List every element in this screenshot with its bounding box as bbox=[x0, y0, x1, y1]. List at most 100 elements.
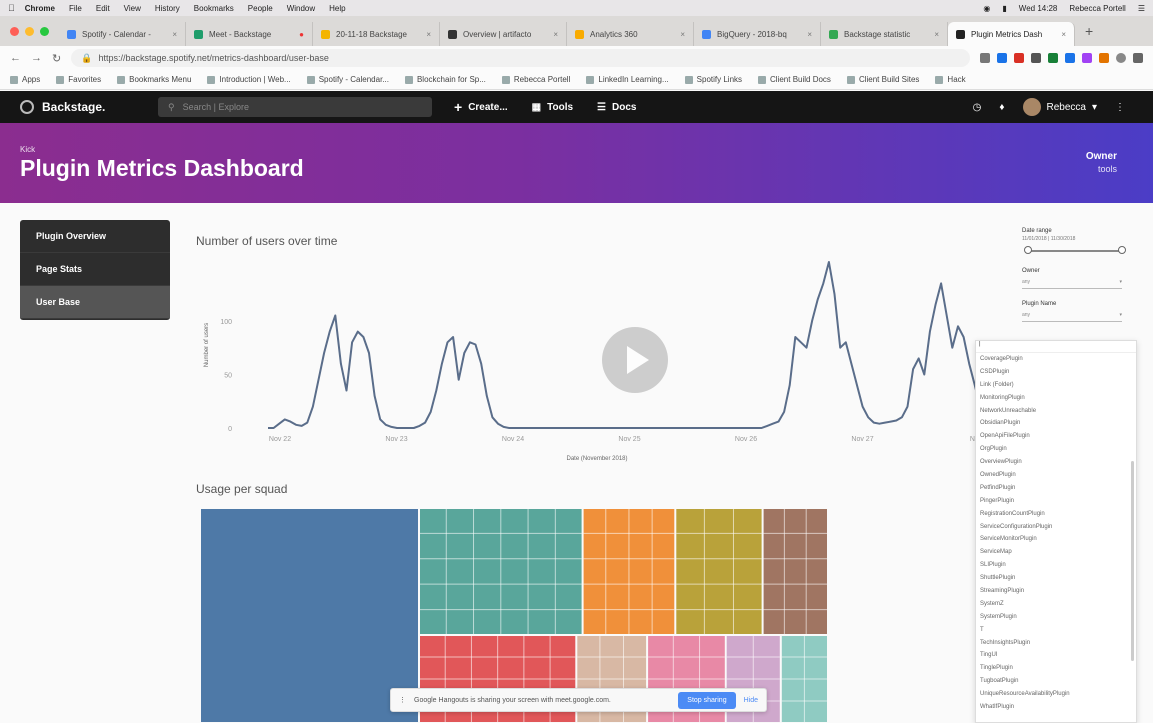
wifi-icon[interactable]: ◉ bbox=[983, 4, 990, 13]
tab-backstage-statistics[interactable]: Backstage statistic × bbox=[821, 22, 948, 46]
dropdown-item[interactable]: PingerPlugin bbox=[976, 495, 1136, 508]
extension-icon[interactable] bbox=[1014, 53, 1024, 63]
back-icon[interactable]: ← bbox=[10, 52, 21, 64]
bookmark-item[interactable]: Spotify Links bbox=[684, 75, 742, 84]
hide-button[interactable]: Hide bbox=[744, 697, 758, 704]
menu-window[interactable]: Window bbox=[287, 4, 315, 13]
drag-handle-icon[interactable]: ⋮ bbox=[399, 696, 406, 704]
dropdown-item[interactable]: MonitoringPlugin bbox=[976, 392, 1136, 405]
dropdown-item[interactable]: ShuttlePlugin bbox=[976, 572, 1136, 585]
dropdown-item[interactable]: WhatIfPlugin bbox=[976, 701, 1136, 714]
apple-icon[interactable]:  bbox=[8, 3, 15, 13]
dropdown-item[interactable]: SystemPlugin bbox=[976, 611, 1136, 624]
profile-icon[interactable] bbox=[1116, 53, 1126, 63]
dropdown-item[interactable]: OrgPlugin bbox=[976, 443, 1136, 456]
bell-icon[interactable]: ♦ bbox=[999, 102, 1004, 113]
dropdown-filter-input[interactable]: | bbox=[976, 341, 1136, 353]
dropdown-item[interactable]: SLIPlugin bbox=[976, 559, 1136, 572]
dropdown-item[interactable]: OverviewPlugin bbox=[976, 456, 1136, 469]
user-menu[interactable]: Rebecca ▾ bbox=[1022, 98, 1097, 116]
bookmark-item[interactable]: LinkedIn Learning... bbox=[586, 75, 669, 84]
tools-button[interactable]: ▦ Tools bbox=[532, 99, 573, 115]
close-tab-icon[interactable]: × bbox=[934, 30, 939, 39]
dropdown-item[interactable]: ObsidianPlugin bbox=[976, 417, 1136, 430]
menu-bookmarks[interactable]: Bookmarks bbox=[194, 4, 234, 13]
bookmark-item[interactable]: Client Build Sites bbox=[846, 75, 919, 84]
bookmark-item[interactable]: Client Build Docs bbox=[758, 75, 831, 84]
slider-end-handle[interactable] bbox=[1118, 246, 1126, 254]
battery-icon[interactable]: ▮ bbox=[1002, 4, 1006, 13]
tab-meet[interactable]: Meet - Backstage ● bbox=[186, 22, 313, 46]
dropdown-item[interactable]: RegistrationCountPlugin bbox=[976, 508, 1136, 521]
menu-app[interactable]: Chrome bbox=[25, 4, 55, 13]
tab-spotify-calendar[interactable]: Spotify - Calendar - × bbox=[59, 22, 186, 46]
close-window-icon[interactable] bbox=[10, 26, 19, 36]
date-range-slider[interactable] bbox=[1022, 246, 1132, 256]
forward-icon[interactable]: → bbox=[31, 52, 42, 64]
side-nav-page-stats[interactable]: Page Stats bbox=[20, 253, 170, 286]
close-tab-icon[interactable]: × bbox=[172, 30, 177, 39]
side-nav-plugin-overview[interactable]: Plugin Overview bbox=[20, 220, 170, 253]
dropdown-item[interactable]: T bbox=[976, 624, 1136, 637]
create-button[interactable]: + Create... bbox=[454, 99, 508, 115]
dropdown-item[interactable]: CoveragePlugin bbox=[976, 353, 1136, 366]
menu-dots-icon[interactable] bbox=[1133, 53, 1143, 63]
bookmark-item[interactable]: Bookmarks Menu bbox=[117, 75, 191, 84]
minimize-window-icon[interactable] bbox=[25, 26, 34, 36]
extension-icon[interactable] bbox=[1099, 53, 1109, 63]
treemap-cell[interactable] bbox=[763, 509, 827, 634]
treemap-cell[interactable] bbox=[676, 509, 762, 634]
dropdown-item[interactable]: UniqueResourceAvailabilityPlugin bbox=[976, 688, 1136, 701]
zoom-window-icon[interactable] bbox=[40, 26, 49, 36]
extension-icon[interactable] bbox=[1048, 53, 1058, 63]
owner-select[interactable]: any ▾ bbox=[1022, 276, 1122, 289]
tab-bigquery[interactable]: BigQuery - 2018-bq × bbox=[694, 22, 821, 46]
dropdown-item[interactable]: OwnedPlugin bbox=[976, 469, 1136, 482]
reload-icon[interactable]: ↻ bbox=[52, 52, 61, 65]
extension-icon[interactable] bbox=[1065, 53, 1075, 63]
more-vert-icon[interactable]: ⋮ bbox=[1115, 102, 1125, 113]
bookmark-item[interactable]: Hack bbox=[935, 75, 966, 84]
menu-history[interactable]: History bbox=[155, 4, 180, 13]
close-tab-icon[interactable]: × bbox=[807, 30, 812, 39]
extension-icon[interactable] bbox=[1031, 53, 1041, 63]
extension-icon[interactable] bbox=[980, 53, 990, 63]
docs-button[interactable]: ☰ Docs bbox=[597, 99, 636, 115]
menu-edit[interactable]: Edit bbox=[96, 4, 110, 13]
dropdown-item[interactable]: StreamingPlugin bbox=[976, 585, 1136, 598]
menu-view[interactable]: View bbox=[124, 4, 141, 13]
menu-people[interactable]: People bbox=[248, 4, 273, 13]
dropdown-item[interactable]: OpenApiFilePlugin bbox=[976, 430, 1136, 443]
extension-icon[interactable] bbox=[997, 53, 1007, 63]
menu-help[interactable]: Help bbox=[329, 4, 345, 13]
bookmark-item[interactable]: Spotify - Calendar... bbox=[306, 75, 389, 84]
owner-value[interactable]: tools bbox=[1086, 164, 1117, 174]
dropdown-item[interactable]: NetworkUnreachable bbox=[976, 405, 1136, 418]
tab-plugin-metrics[interactable]: Plugin Metrics Dash × bbox=[948, 22, 1075, 46]
clock-icon[interactable]: ◷ bbox=[973, 102, 982, 113]
menu-file[interactable]: File bbox=[69, 4, 82, 13]
dropdown-item[interactable]: TingUI bbox=[976, 649, 1136, 662]
dropdown-item[interactable]: CSDPlugin bbox=[976, 366, 1136, 379]
dropdown-item[interactable]: Link (Folder) bbox=[976, 379, 1136, 392]
new-tab-icon[interactable]: + bbox=[1075, 23, 1103, 39]
dropdown-item[interactable]: TugboatPlugin bbox=[976, 675, 1136, 688]
tab-analytics[interactable]: Analytics 360 × bbox=[567, 22, 694, 46]
bookmark-item[interactable]: Apps bbox=[10, 75, 40, 84]
treemap-cell[interactable] bbox=[201, 509, 418, 722]
dropdown-item[interactable]: SystemZ bbox=[976, 598, 1136, 611]
bookmark-item[interactable]: Introduction | Web... bbox=[207, 75, 291, 84]
dropdown-item[interactable]: ServiceConfigurationPlugin bbox=[976, 521, 1136, 534]
bookmark-item[interactable]: Favorites bbox=[56, 75, 101, 84]
slider-start-handle[interactable] bbox=[1024, 246, 1032, 254]
close-tab-icon[interactable]: × bbox=[553, 30, 558, 39]
dropdown-item[interactable]: TinglePlugin bbox=[976, 662, 1136, 675]
dropdown-item[interactable]: PetfindPlugin bbox=[976, 482, 1136, 495]
bookmark-item[interactable]: Blockchain for Sp... bbox=[404, 75, 486, 84]
dropdown-item[interactable]: ServiceMonitorPlugin bbox=[976, 533, 1136, 546]
dropdown-scrollbar[interactable] bbox=[1131, 461, 1134, 661]
menu-user[interactable]: Rebecca Portell bbox=[1069, 4, 1125, 13]
play-button[interactable] bbox=[599, 324, 671, 396]
bookmark-item[interactable]: Rebecca Portell bbox=[501, 75, 570, 84]
close-tab-icon[interactable]: × bbox=[1061, 30, 1066, 39]
